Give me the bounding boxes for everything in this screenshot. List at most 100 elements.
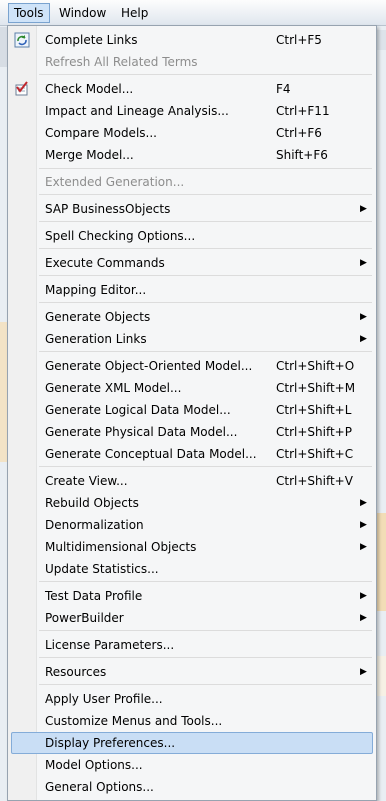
menu-item-label: Update Statistics... <box>45 562 159 576</box>
submenu-arrow-icon: ▶ <box>360 258 367 268</box>
menu-item-label: PowerBuilder <box>45 611 124 625</box>
menu-item-create-view[interactable]: Create View... Ctrl+Shift+V <box>8 470 374 492</box>
menu-item-merge-model[interactable]: Merge Model... Shift+F6 <box>8 144 374 166</box>
menu-item-mapping-editor[interactable]: Mapping Editor... <box>8 279 374 301</box>
menu-item-label: Display Preferences... <box>45 736 176 750</box>
menu-item-label: Execute Commands <box>45 256 165 270</box>
menu-item-label: SAP BusinessObjects <box>45 202 171 216</box>
menu-item-label: Spell Checking Options... <box>45 229 196 243</box>
menu-item-label: Model Options... <box>45 758 143 772</box>
menu-item-label: License Parameters... <box>45 638 175 652</box>
submenu-arrow-icon: ▶ <box>360 312 367 322</box>
menu-separator <box>39 275 372 276</box>
menu-item-impact-lineage[interactable]: Impact and Lineage Analysis... Ctrl+F11 <box>8 100 374 122</box>
menu-item-execute-commands[interactable]: Execute Commands ▶ <box>8 252 374 274</box>
menu-item-shortcut: F4 <box>276 82 291 96</box>
menu-item-shortcut: Ctrl+Shift+M <box>276 381 356 395</box>
menu-item-label: Check Model... <box>45 82 134 96</box>
menu-item-label: Apply User Profile... <box>45 692 163 706</box>
menu-item-label: Impact and Lineage Analysis... <box>45 104 229 118</box>
menu-item-label: Generate Object-Oriented Model... <box>45 359 253 373</box>
menu-item-shortcut: Ctrl+F6 <box>276 126 322 140</box>
menu-separator <box>39 581 372 582</box>
menu-separator <box>39 302 372 303</box>
menu-separator <box>39 351 372 352</box>
menu-item-generate-conceptual-model[interactable]: Generate Conceptual Data Model... Ctrl+S… <box>8 443 374 465</box>
menu-item-label: Customize Menus and Tools... <box>45 714 223 728</box>
menu-item-label: Create View... <box>45 474 128 488</box>
menu-item-compare-models[interactable]: Compare Models... Ctrl+F6 <box>8 122 374 144</box>
menu-item-label: Test Data Profile <box>45 589 143 603</box>
menu-item-label: Resources <box>45 665 107 679</box>
menu-item-display-preferences[interactable]: Display Preferences... <box>8 732 374 754</box>
menu-item-label: Generate Objects <box>45 310 151 324</box>
menu-item-customize-menus[interactable]: Customize Menus and Tools... <box>8 710 374 732</box>
menu-item-label: Refresh All Related Terms <box>45 55 198 69</box>
menu-item-model-options[interactable]: Model Options... <box>8 754 374 776</box>
menu-item-label: Rebuild Objects <box>45 496 139 510</box>
background-diagram-object <box>376 513 386 611</box>
menu-item-update-statistics[interactable]: Update Statistics... <box>8 558 374 580</box>
menu-separator <box>39 168 372 169</box>
menu-item-apply-user-profile[interactable]: Apply User Profile... <box>8 688 374 710</box>
submenu-arrow-icon: ▶ <box>360 498 367 508</box>
menu-separator <box>39 630 372 631</box>
menu-separator <box>39 74 372 75</box>
submenu-arrow-icon: ▶ <box>360 204 367 214</box>
menu-item-label: Generation Links <box>45 332 147 346</box>
menu-item-denormalization[interactable]: Denormalization ▶ <box>8 514 374 536</box>
menu-item-sap-businessobjects[interactable]: SAP BusinessObjects ▶ <box>8 198 374 220</box>
menu-item-shortcut: Ctrl+Shift+O <box>276 359 355 373</box>
submenu-arrow-icon: ▶ <box>360 542 367 552</box>
menu-item-check-model[interactable]: Check Model... F4 <box>8 78 374 100</box>
menu-bar: Tools Window Help <box>0 0 386 26</box>
menu-item-generate-objects[interactable]: Generate Objects ▶ <box>8 306 374 328</box>
menu-separator <box>39 657 372 658</box>
menu-separator <box>39 466 372 467</box>
menu-item-spell-checking[interactable]: Spell Checking Options... <box>8 225 374 247</box>
menu-item-label: Multidimensional Objects <box>45 540 197 554</box>
menu-item-general-options[interactable]: General Options... <box>8 776 374 798</box>
menu-separator <box>39 194 372 195</box>
menu-item-label: Complete Links <box>45 33 138 47</box>
menu-item-multidimensional-objects[interactable]: Multidimensional Objects ▶ <box>8 536 374 558</box>
menu-item-rebuild-objects[interactable]: Rebuild Objects ▶ <box>8 492 374 514</box>
menu-item-license-parameters[interactable]: License Parameters... <box>8 634 374 656</box>
submenu-arrow-icon: ▶ <box>360 591 367 601</box>
menu-item-refresh-related-terms[interactable]: Refresh All Related Terms <box>8 51 374 73</box>
menu-item-generate-physical-model[interactable]: Generate Physical Data Model... Ctrl+Shi… <box>8 421 374 443</box>
menu-item-label: General Options... <box>45 780 154 794</box>
submenu-arrow-icon: ▶ <box>360 334 367 344</box>
menu-item-shortcut: Shift+F6 <box>276 148 328 162</box>
submenu-arrow-icon: ▶ <box>360 520 367 530</box>
menu-item-label: Compare Models... <box>45 126 157 140</box>
menu-item-generate-oo-model[interactable]: Generate Object-Oriented Model... Ctrl+S… <box>8 355 374 377</box>
menu-item-generate-xml-model[interactable]: Generate XML Model... Ctrl+Shift+M <box>8 377 374 399</box>
menu-item-shortcut: Ctrl+F11 <box>276 104 330 118</box>
menu-item-generate-logical-model[interactable]: Generate Logical Data Model... Ctrl+Shif… <box>8 399 374 421</box>
menu-item-label: Generate Logical Data Model... <box>45 403 231 417</box>
tools-dropdown-menu: Complete Links Ctrl+F5 Refresh All Relat… <box>7 25 377 801</box>
menu-item-generation-links[interactable]: Generation Links ▶ <box>8 328 374 350</box>
menubar-help[interactable]: Help <box>116 4 153 22</box>
menu-item-test-data-profile[interactable]: Test Data Profile ▶ <box>8 585 374 607</box>
menu-item-shortcut: Ctrl+Shift+L <box>276 403 352 417</box>
submenu-arrow-icon: ▶ <box>360 667 367 677</box>
menu-separator <box>39 221 372 222</box>
menu-item-shortcut: Ctrl+Shift+P <box>276 425 352 439</box>
menu-item-label: Mapping Editor... <box>45 283 147 297</box>
menu-item-extended-generation[interactable]: Extended Generation... <box>8 171 374 193</box>
menubar-tools[interactable]: Tools <box>8 3 50 23</box>
menubar-window[interactable]: Window <box>54 4 111 22</box>
complete-links-icon <box>14 32 30 48</box>
menu-item-resources[interactable]: Resources ▶ <box>8 661 374 683</box>
menu-separator <box>39 684 372 685</box>
menu-item-label: Denormalization <box>45 518 144 532</box>
menu-item-powerbuilder[interactable]: PowerBuilder ▶ <box>8 607 374 629</box>
submenu-arrow-icon: ▶ <box>360 613 367 623</box>
menu-item-label: Extended Generation... <box>45 175 185 189</box>
menu-item-label: Generate Conceptual Data Model... <box>45 447 257 461</box>
menu-item-label: Merge Model... <box>45 148 134 162</box>
menu-item-label: Generate Physical Data Model... <box>45 425 238 439</box>
menu-item-complete-links[interactable]: Complete Links Ctrl+F5 <box>8 29 374 51</box>
